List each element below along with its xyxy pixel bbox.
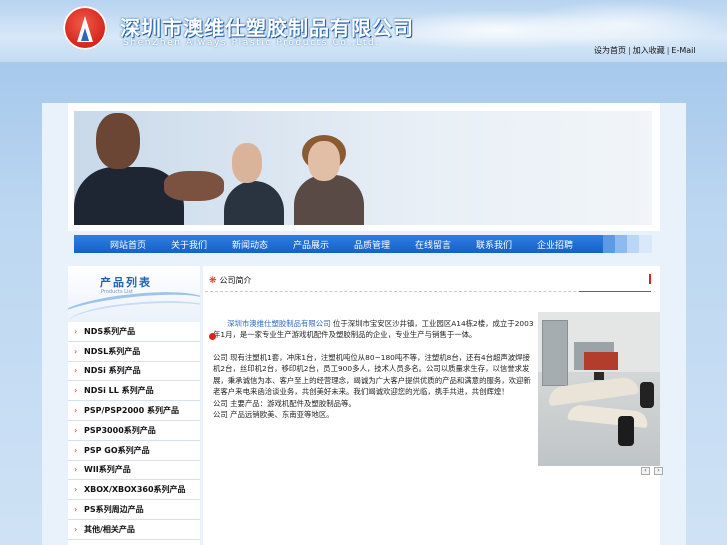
- nav-item-quality[interactable]: 品质管理: [354, 238, 415, 251]
- main-nav: 网站首页 关于我们 新闻动态 产品展示 品质管理 在线留言 联系我们 企业招聘: [74, 235, 603, 253]
- arrow-right-icon: ›: [74, 346, 78, 356]
- company-name-link[interactable]: 深圳市澳维仕塑胶制品有限公司: [227, 319, 330, 328]
- arrow-right-icon: ›: [74, 465, 78, 475]
- arrow-right-icon: ›: [74, 485, 78, 495]
- category-item[interactable]: › XBOX/XBOX360系列产品: [68, 480, 200, 501]
- site-header: 深圳市澳维仕塑胶制品有限公司 ShenZhen Always Plastic P…: [0, 0, 727, 62]
- photo-chair: [640, 382, 654, 408]
- company-logo-icon[interactable]: [63, 6, 107, 50]
- category-label: WII系列产品: [84, 465, 131, 475]
- category-label: PSP/PSP2000 系列产品: [84, 406, 179, 416]
- office-photo: [538, 312, 660, 466]
- link-separator: |: [628, 46, 631, 55]
- category-label: NDSi LL 系列产品: [84, 386, 154, 396]
- section-title: 公司简介: [219, 276, 252, 285]
- category-item[interactable]: › PSP GO系列产品: [68, 440, 200, 461]
- category-item[interactable]: › NDSi LL 系列产品: [68, 381, 200, 402]
- company-name-cn: 深圳市澳维仕塑胶制品有限公司: [120, 16, 414, 40]
- category-item[interactable]: › WII系列产品: [68, 460, 200, 481]
- next-arrow-icon[interactable]: ›: [654, 467, 663, 475]
- category-item[interactable]: › PSP3000系列产品: [68, 420, 200, 441]
- arrow-right-icon: ›: [74, 505, 78, 515]
- category-item[interactable]: › PSP/PSP2000 系列产品: [68, 401, 200, 421]
- banner-person: [224, 181, 284, 225]
- nav-decoration: [615, 235, 627, 253]
- category-label: PS系列周边产品: [84, 505, 144, 515]
- header-underline: [579, 291, 651, 292]
- photo-pager: ‹ ›: [641, 467, 663, 475]
- category-label: PSP GO系列产品: [84, 445, 150, 455]
- email-link[interactable]: E-Mail: [671, 46, 695, 55]
- arrow-right-icon: ›: [74, 366, 78, 376]
- arrow-right-icon: ›: [74, 386, 78, 396]
- category-item[interactable]: › NDS系列产品: [68, 322, 200, 342]
- nav-item-news[interactable]: 新闻动态: [232, 238, 293, 251]
- arrow-right-icon: ›: [74, 524, 78, 534]
- category-item[interactable]: › 其他/相关产品: [68, 519, 200, 540]
- banner-person: [96, 113, 140, 169]
- company-name-en: ShenZhen Always Plastic Products Co.,Ltd…: [123, 38, 380, 48]
- category-item[interactable]: › PS系列周边产品: [68, 500, 200, 520]
- asterisk-icon: ❋: [209, 275, 217, 286]
- arrow-right-icon: ›: [74, 425, 78, 435]
- cloud-decoration: [520, 0, 727, 50]
- nav-item-products[interactable]: 产品展示: [293, 238, 354, 251]
- prev-arrow-icon[interactable]: ‹: [641, 467, 650, 475]
- arrow-right-icon: ›: [74, 406, 78, 416]
- product-category-list: › NDS系列产品 › NDSL系列产品 › NDSi 系列产品 › NDSi LL 系…: [68, 322, 200, 540]
- photo-chair: [618, 416, 634, 446]
- section-header: ❋ 公司简介: [205, 270, 651, 292]
- set-homepage-link[interactable]: 设为首页: [594, 46, 626, 55]
- nav-decoration: [627, 235, 639, 253]
- company-intro: 深圳市澳维仕塑胶制品有限公司 位于深圳市宝安区沙井镇，工业园区A14栋2楼，成立…: [209, 318, 535, 341]
- nav-decoration: [603, 235, 615, 253]
- category-label: PSP3000系列产品: [84, 425, 156, 435]
- logo-triangle-inner: [81, 28, 89, 41]
- header-marker: [649, 274, 651, 284]
- category-label: XBOX/XBOX360系列产品: [84, 485, 186, 495]
- banner-person: [164, 171, 224, 201]
- bullet-icon: [209, 333, 216, 340]
- photo-panel: [584, 352, 618, 370]
- banner-image: [74, 111, 652, 225]
- body-paragraph: 公司 现有注塑机1套，冲床1台，注塑机吨位从80~180吨不等，注塑机8台，还有…: [213, 353, 531, 397]
- banner-person: [308, 141, 340, 181]
- category-label: NDSi 系列产品: [84, 366, 141, 376]
- nav-item-contact[interactable]: 联系我们: [476, 238, 537, 251]
- arrow-right-icon: ›: [74, 445, 78, 455]
- banner-person: [232, 143, 262, 183]
- nav-item-guestbook[interactable]: 在线留言: [415, 238, 476, 251]
- photo-partition: [542, 320, 568, 386]
- top-links: 设为首页 | 加入收藏 | E-Mail: [594, 45, 696, 56]
- banner-person: [294, 175, 364, 225]
- category-label: NDS系列产品: [84, 326, 136, 336]
- photo-monitor: [594, 372, 604, 380]
- category-item[interactable]: › NDSi 系列产品: [68, 361, 200, 382]
- nav-item-home[interactable]: 网站首页: [110, 238, 171, 251]
- sidebar-subtitle: Products List: [101, 289, 133, 295]
- nav-item-about[interactable]: 关于我们: [171, 238, 232, 251]
- sidebar-title: 产品列表: [100, 276, 152, 289]
- category-label: 其他/相关产品: [84, 524, 135, 534]
- link-separator: |: [666, 46, 670, 55]
- category-label: NDSL系列产品: [84, 346, 141, 356]
- arrow-right-icon: ›: [74, 326, 78, 336]
- category-item[interactable]: › NDSL系列产品: [68, 341, 200, 362]
- photo-desk: [567, 403, 649, 429]
- nav-decoration: [639, 235, 652, 253]
- nav-item-jobs[interactable]: 企业招聘: [537, 238, 598, 251]
- add-favorite-link[interactable]: 加入收藏: [633, 46, 665, 55]
